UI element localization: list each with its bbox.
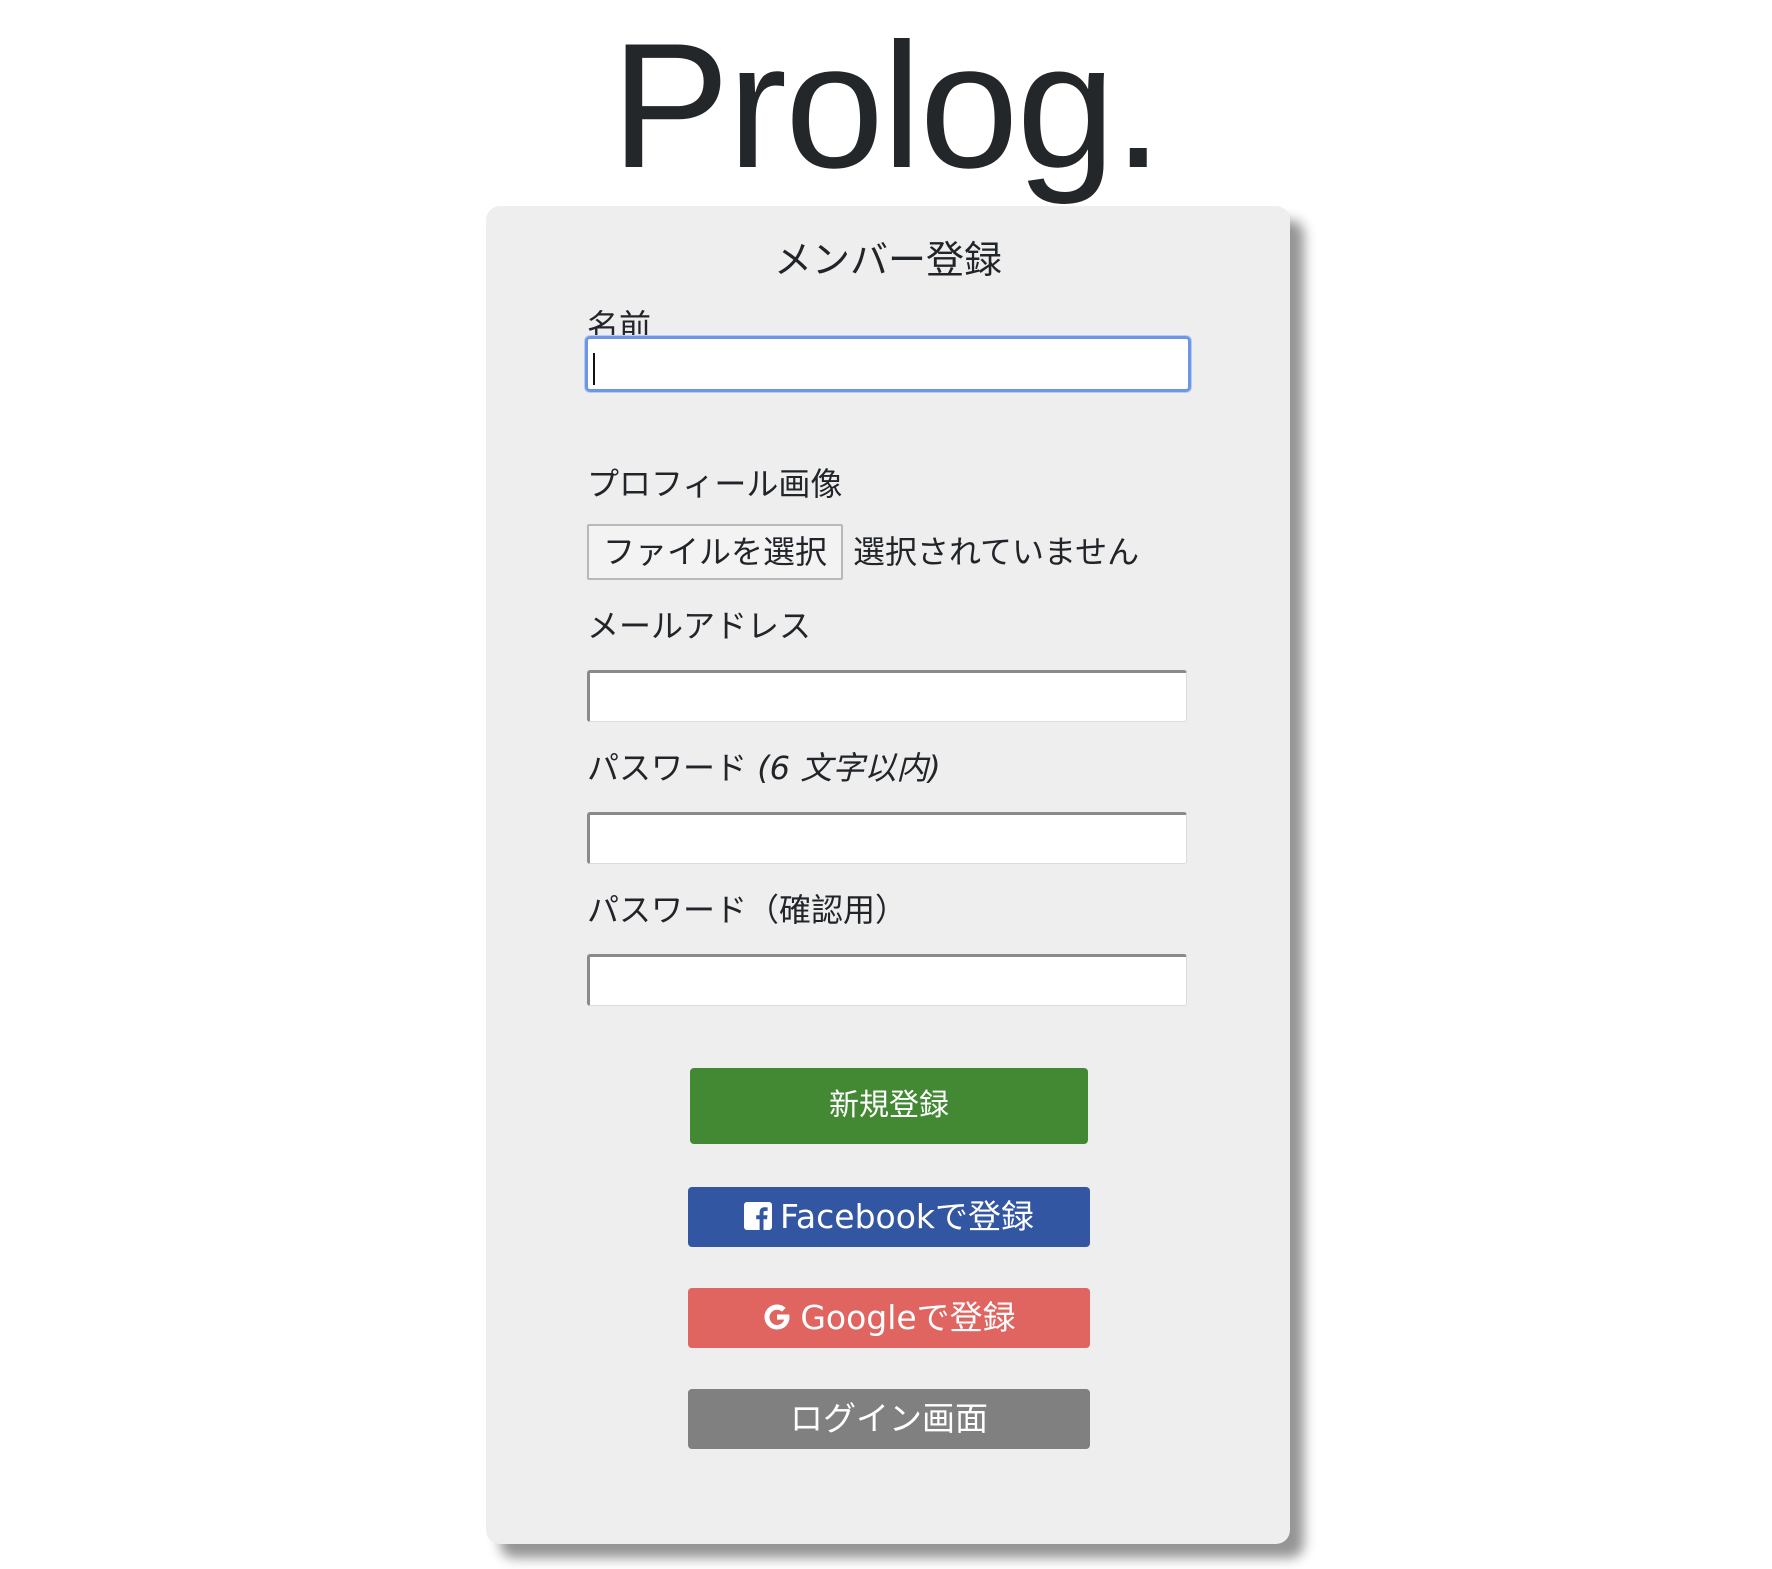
password-input[interactable]	[587, 812, 1187, 864]
password-confirm-label: パスワード（確認用）	[587, 891, 908, 929]
profile-image-label: プロフィール画像	[587, 465, 843, 503]
password-hint: (6 文字以内)	[757, 749, 941, 787]
facebook-icon	[743, 1201, 772, 1230]
facebook-register-label: Facebookで登録	[779, 1197, 1035, 1236]
form-title: メンバー登録	[773, 238, 1002, 282]
login-screen-button[interactable]: ログイン画面	[688, 1389, 1090, 1449]
email-input[interactable]	[587, 670, 1187, 722]
password-label: パスワード (6 文字以内)	[587, 746, 941, 790]
register-button-label: 新規登録	[829, 1088, 949, 1123]
register-button[interactable]: 新規登録	[690, 1068, 1088, 1144]
google-register-label: Googleで登録	[800, 1298, 1016, 1337]
google-register-button[interactable]: Googleで登録	[688, 1288, 1090, 1348]
password-confirm-input[interactable]	[587, 954, 1187, 1006]
name-input[interactable]	[585, 336, 1191, 392]
email-label: メールアドレス	[587, 607, 812, 645]
text-caret	[593, 353, 595, 385]
login-screen-label: ログイン画面	[790, 1399, 988, 1438]
password-label-text: パスワード	[587, 749, 748, 787]
file-status-text: 選択されていません	[853, 533, 1140, 571]
google-icon	[764, 1304, 790, 1329]
registration-card: メンバー登録 名前 プロフィール画像 ファイルを選択 選択されていません メール…	[486, 206, 1290, 1544]
choose-file-button[interactable]: ファイルを選択	[587, 524, 843, 580]
site-logo: Prolog.	[611, 6, 1163, 205]
facebook-register-button[interactable]: Facebookで登録	[688, 1187, 1090, 1247]
